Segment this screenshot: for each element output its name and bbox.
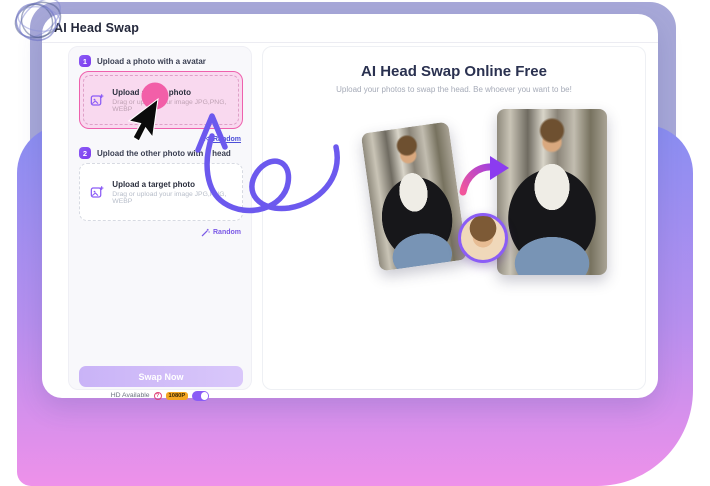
window-title: AI Head Swap xyxy=(54,21,139,35)
hd-available-label: HD Available xyxy=(111,392,150,399)
upload-panel: 1 Upload a photo with a avatar Upload a … xyxy=(68,46,252,390)
shuffle-icon xyxy=(202,135,210,143)
dropzone-content: Upload a target photo Drag or upload you… xyxy=(80,164,242,220)
random-target-link[interactable]: Random xyxy=(213,229,241,236)
step-2-badge: 2 xyxy=(79,147,91,159)
add-image-icon xyxy=(90,185,104,200)
page: AI Head Swap 1 Upload a photo with a ava… xyxy=(0,0,710,486)
step-2-header: 2 Upload the other photo with a head xyxy=(79,147,231,159)
help-icon[interactable]: ? xyxy=(154,392,162,400)
random-base-link[interactable]: Random xyxy=(213,136,241,143)
hd-toggle-knob xyxy=(201,392,209,400)
dropzone-content: Upload a base photo Drag or upload your … xyxy=(80,72,242,128)
step-1-header: 1 Upload a photo with a avatar xyxy=(79,55,206,67)
target-photo-title: Upload a target photo xyxy=(112,180,242,189)
base-photo-hint: Drag or upload your image JPG,PNG, WEBP xyxy=(112,99,242,113)
dropzone-texts: Upload a target photo Drag or upload you… xyxy=(112,180,242,205)
add-image-icon xyxy=(90,93,104,108)
random-target-row: Random xyxy=(201,228,241,237)
target-photo-dropzone[interactable]: Upload a target photo Drag or upload you… xyxy=(79,163,243,221)
resolution-badge: 1080P xyxy=(166,392,189,400)
hero-subtitle: Upload your photos to swap the head. Be … xyxy=(263,85,645,94)
example-photo-after xyxy=(497,109,607,275)
swap-now-button[interactable]: Swap Now xyxy=(79,366,243,387)
base-photo-dropzone[interactable]: Upload a base photo Drag or upload your … xyxy=(79,71,243,129)
window-header: AI Head Swap xyxy=(42,14,658,43)
target-photo-hint: Drag or upload your image JPG,PNG, WEBP xyxy=(112,191,242,205)
hero-title: AI Head Swap Online Free xyxy=(263,63,645,80)
magic-wand-icon xyxy=(201,228,210,237)
step-1-label: Upload a photo with a avatar xyxy=(97,57,206,66)
hd-toggle[interactable] xyxy=(192,391,209,401)
step-2-label: Upload the other photo with a head xyxy=(97,149,231,158)
random-base-row: Random xyxy=(202,135,241,143)
base-photo-title: Upload a base photo xyxy=(112,88,242,97)
dropzone-texts: Upload a base photo Drag or upload your … xyxy=(112,88,242,113)
step-1-badge: 1 xyxy=(79,55,91,67)
swap-face-thumbnail xyxy=(458,213,508,263)
hd-available-row: HD Available ? 1080P xyxy=(69,391,251,401)
